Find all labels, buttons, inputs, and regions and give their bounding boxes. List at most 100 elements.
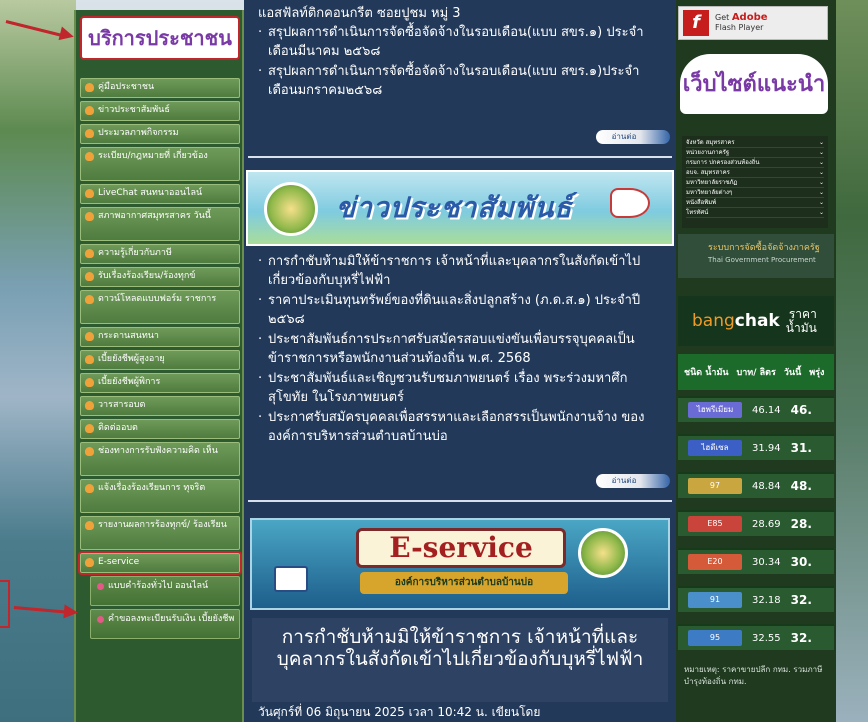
- bullet-icon: [85, 212, 94, 221]
- sidebar-item-activity-photos[interactable]: ประมวลภาพกิจกรรม: [80, 124, 240, 144]
- sidebar-item-elderly-allowance[interactable]: เบี้ยยังชีพผู้สูงอายุ: [80, 350, 240, 370]
- sidebar-item-feedback[interactable]: ช่องทางการรับฟังความคิด เห็น: [80, 442, 240, 476]
- megaphone-icon: [610, 188, 650, 218]
- news-link[interactable]: สรุปผลการดำเนินการจัดซื้อจัดจ้างในรอบเดื…: [258, 62, 666, 100]
- eservice-title: E-service: [356, 528, 566, 568]
- bullet-icon: [85, 355, 94, 364]
- sidebar-item-webboard[interactable]: กระดานสนทนา: [80, 327, 240, 347]
- recommended-sites-title: เว็บไซต์แนะนำ: [680, 54, 828, 114]
- monitor-icon: [274, 566, 308, 592]
- annotation-bracket: [0, 580, 10, 628]
- pr-news-list: การกำชับห้ามมิให้ข้าราชการ เจ้าหน้าที่แล…: [244, 252, 676, 447]
- sidebar-item-label: เบี้ยยังชีพผู้พิการ: [98, 377, 161, 387]
- site-link[interactable]: โทรทัศน์ ⌄: [686, 208, 824, 218]
- news-lead[interactable]: แอสฟัลท์ติกคอนกรีต ซอยปูชม หมู่ 3: [258, 4, 666, 23]
- sidebar-item-pr-news[interactable]: ข่าวประชาสัมพันธ์: [80, 101, 240, 121]
- site-label: อบจ. สมุทรสาคร: [686, 169, 730, 176]
- news-link[interactable]: ประชาสัมพันธ์และเชิญชวนรับชมภาพยนตร์ เรื…: [258, 369, 666, 407]
- gov-procurement-banner[interactable]: ระบบการจัดซื้อจัดจ้างภาครัฐ Thai Governm…: [678, 234, 834, 278]
- site-link[interactable]: มหาวิทยาลัยราชภัฏ ⌄: [686, 178, 824, 188]
- news-link[interactable]: ราคาประเมินทุนทรัพย์ของที่ดินและสิ่งปลูก…: [258, 291, 666, 329]
- oil-price-today: 28.69: [752, 518, 781, 530]
- oil-price-today: 32.55: [752, 632, 781, 644]
- site-label: มหาวิทยาลัยต่างๆ: [686, 189, 733, 196]
- site-link[interactable]: อบจ. สมุทรสาคร ⌄: [686, 168, 824, 178]
- news-link[interactable]: สรุปผลการดำเนินการจัดซื้อจัดจ้างในรอบเดื…: [258, 23, 666, 61]
- sidebar-item-download-forms[interactable]: ดาวน์โหลดแบบฟอร์ม ราชการ: [80, 290, 240, 324]
- sidebar-title: บริการประชาชน: [80, 16, 240, 60]
- sidebar-item-eservice[interactable]: E-service: [78, 551, 242, 575]
- sidebar-item-label: รับเรื่องร้องเรียน/ร้องทุกข์: [98, 271, 196, 281]
- pr-banner-title: ข่าวประชาสัมพันธ์: [336, 191, 573, 224]
- featured-headline[interactable]: การกำชับห้ามมิให้ข้าราชการ เจ้าหน้าที่แล…: [252, 618, 668, 702]
- org-logo-icon: [578, 528, 628, 578]
- sidebar-item-complaint-report[interactable]: รายงานผลการร้องทุกข์/ ร้องเรียน: [80, 516, 240, 550]
- bullet-icon: [85, 129, 94, 138]
- oil-col-type: ชนิด น้ำมัน: [684, 368, 729, 378]
- read-more-button[interactable]: อ่านต่อ: [596, 474, 670, 488]
- bangchak-logo: bangchak: [692, 311, 780, 331]
- sidebar-item-contact[interactable]: ติดต่ออบต: [80, 419, 240, 439]
- sidebar-item-citizen-manual[interactable]: คู่มือประชาชน: [80, 78, 240, 98]
- sidebar-item-label: ประมวลภาพกิจกรรม: [98, 128, 179, 138]
- flash-player-badge[interactable]: f Get Adobe Flash Player: [678, 6, 828, 40]
- news-link[interactable]: ประชาสัมพันธ์การประกาศรับสมัครสอบแข่งขัน…: [258, 330, 666, 368]
- sidebar-subitem-allowance-request[interactable]: คำขอลงทะเบียนรับเงิน เบี้ยยังชีพ: [90, 609, 240, 639]
- site-label: หน่วยงานภาครัฐ: [686, 149, 730, 156]
- sidebar-item-regulations[interactable]: ระเบียบ/กฎหมายที่ เกี่ยวข้อง: [80, 147, 240, 181]
- sidebar-item-label: กระดานสนทนา: [98, 331, 159, 341]
- sidebar-item-label: E-service: [98, 557, 140, 567]
- sidebar-item-livechat[interactable]: LiveChat สนทนาออนไลน์: [80, 184, 240, 204]
- site-link[interactable]: จังหวัด สมุทรสาคร ⌄: [686, 138, 824, 148]
- oil-row: E20 30.34 30.: [678, 548, 834, 574]
- flash-product: Flash Player: [715, 23, 764, 32]
- site-link[interactable]: หนังสือพิมพ์ ⌄: [686, 198, 824, 208]
- sidebar-subitem-label: แบบคำร้องทั่วไป ออนไลน์: [108, 581, 209, 591]
- oil-row: E85 28.69 28.: [678, 510, 834, 536]
- bullet-icon: [85, 295, 94, 304]
- divider: [248, 156, 672, 158]
- site-label: กรมการ ปกครองส่วนท้องถิ่น: [686, 159, 760, 166]
- sidebar-subitem-label: คำขอลงทะเบียนรับเงิน เบี้ยยังชีพ: [108, 614, 235, 624]
- sidebar-item-weather[interactable]: สภาพอากาศสมุทรสาคร วันนี้: [80, 207, 240, 241]
- divider: [248, 500, 672, 502]
- chevron-down-icon: ⌄: [818, 199, 824, 206]
- flash-get: Get: [715, 13, 730, 22]
- sidebar-item-label: รายงานผลการร้องทุกข์/ ร้องเรียน: [98, 520, 227, 530]
- oil-table-header: ชนิด น้ำมัน บาท/ ลิตร วันนี้ พรุ่ง: [678, 354, 834, 390]
- main-content: แอสฟัลท์ติกคอนกรีต ซอยปูชม หมู่ 3 สรุปผล…: [244, 0, 676, 722]
- oil-price-today: 32.18: [752, 594, 781, 606]
- news-link[interactable]: การกำชับห้ามมิให้ข้าราชการ เจ้าหน้าที่แล…: [258, 252, 666, 290]
- flash-text: Get Adobe Flash Player: [715, 13, 768, 33]
- sidebar-item-report-corruption[interactable]: แจ้งเรื่องร้องเรียนการ ทุจริต: [80, 479, 240, 513]
- sidebar-item-tax-knowledge[interactable]: ความรู้เกี่ยวกับภาษี: [80, 244, 240, 264]
- oil-type-badge: ไฮพรีเมียม: [688, 402, 742, 418]
- sidebar-item-journal[interactable]: วารสารอบต: [80, 396, 240, 416]
- chevron-down-icon: ⌄: [818, 159, 824, 166]
- sidebar-item-complaints[interactable]: รับเรื่องร้องเรียน/ร้องทุกข์: [80, 267, 240, 287]
- site-link[interactable]: กรมการ ปกครองส่วนท้องถิ่น ⌄: [686, 158, 824, 168]
- oil-price-tomorrow: 30.: [790, 555, 812, 569]
- gov-procurement-subtitle: Thai Government Procurement: [708, 256, 816, 264]
- sidebar-item-label: ข่าวประชาสัมพันธ์: [98, 105, 170, 115]
- eservice-banner[interactable]: E-service องค์การบริหารส่วนตำบลบ้านบ่อ: [250, 518, 670, 610]
- bullet-icon: [85, 106, 94, 115]
- read-more-button[interactable]: อ่านต่อ: [596, 130, 670, 144]
- news-link[interactable]: ประกาศรับสมัครบุคคลเพื่อสรรหาและเลือกสรร…: [258, 408, 666, 446]
- recommended-sites-list: จังหวัด สมุทรสาคร ⌄ หน่วยงานภาครัฐ ⌄ กรมกา…: [682, 136, 828, 228]
- site-link[interactable]: มหาวิทยาลัยต่างๆ ⌄: [686, 188, 824, 198]
- sidebar-item-disability-allowance[interactable]: เบี้ยยังชีพผู้พิการ: [80, 373, 240, 393]
- right-sidebar: f Get Adobe Flash Player เว็บไซต์แนะนำ จ…: [676, 0, 836, 722]
- site-link[interactable]: หน่วยงานภาครัฐ ⌄: [686, 148, 824, 158]
- bullet-icon: [85, 152, 94, 161]
- bangchak-oil-banner[interactable]: bangchak ราคา น้ำมัน: [678, 296, 834, 346]
- annotation-arrow-head: [63, 604, 79, 620]
- oil-type-badge: 91: [688, 592, 742, 608]
- sidebar-item-label: คู่มือประชาชน: [98, 82, 155, 92]
- flash-brand: Adobe: [731, 12, 768, 23]
- sidebar-subitem-general-request[interactable]: แบบคำร้องทั่วไป ออนไลน์: [90, 576, 240, 606]
- site-label: มหาวิทยาลัยราชภัฏ: [686, 179, 738, 186]
- procurement-news: แอสฟัลท์ติกคอนกรีต ซอยปูชม หมู่ 3 สรุปผล…: [244, 4, 676, 101]
- bangchak-brand-b: chak: [734, 311, 780, 331]
- site-label: หนังสือพิมพ์: [686, 199, 717, 206]
